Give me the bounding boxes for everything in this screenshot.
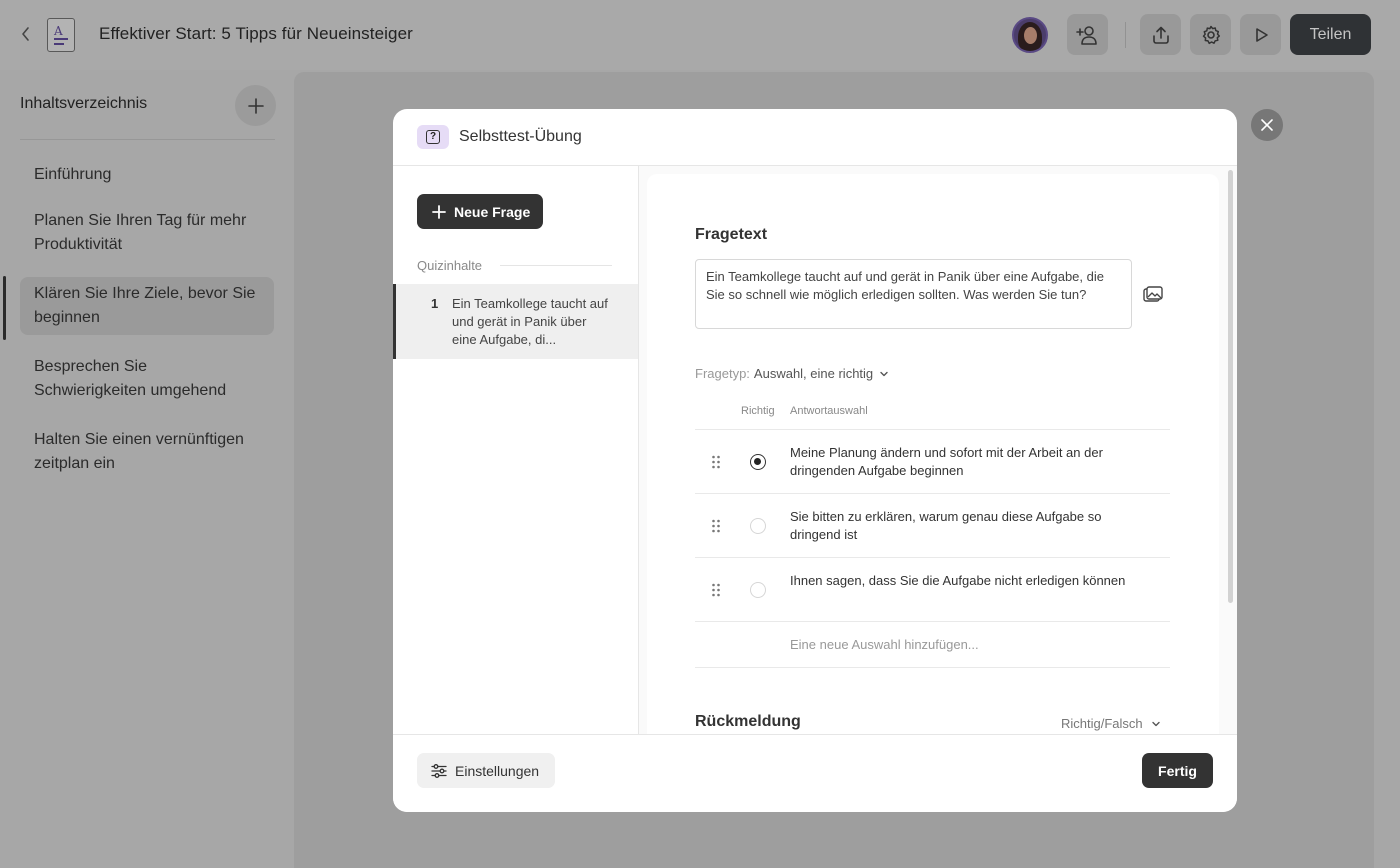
toc-item-einfuehrung[interactable]: Einführung <box>20 163 274 187</box>
preview-button[interactable] <box>1240 14 1281 55</box>
toc-item-planen[interactable]: Planen Sie Ihren Tag für mehr Produktivi… <box>20 209 274 257</box>
play-icon <box>1255 27 1268 42</box>
modal-header: ? Selbsttest-Übung <box>393 109 1237 166</box>
chevron-down-icon <box>880 371 888 376</box>
avatar[interactable] <box>1012 17 1048 53</box>
image-icon[interactable] <box>1143 286 1163 304</box>
active-item-marker <box>3 276 6 340</box>
correct-radio[interactable] <box>750 582 766 598</box>
toc-item-klaeren[interactable]: Klären Sie Ihre Ziele, bevor Sie beginne… <box>20 277 274 335</box>
quiz-icon: ? <box>417 125 449 149</box>
question-list-item[interactable]: 1 Ein Teamkollege taucht auf und gerät i… <box>393 284 638 359</box>
drag-handle-icon[interactable] <box>711 583 721 597</box>
settings-button[interactable]: Einstellungen <box>417 753 555 788</box>
toc-divider <box>20 139 275 140</box>
settings-button[interactable] <box>1190 14 1231 55</box>
add-section-button[interactable] <box>235 85 276 126</box>
answer-text[interactable]: Ihnen sagen, dass Sie die Aufgabe nicht … <box>790 572 1150 590</box>
add-choice-placeholder: Eine neue Auswahl hinzufügen... <box>790 637 979 652</box>
upload-icon <box>1152 26 1169 44</box>
quiz-contents-label: Quizinhalte <box>417 258 483 273</box>
toc-item-besprechen[interactable]: Besprechen Sie Schwierigkeiten umgehend <box>20 355 274 403</box>
question-type-value: Auswahl, eine richtig <box>753 366 874 381</box>
question-number: 1 <box>431 296 439 311</box>
top-bar: A Effektiver Start: 5 Tipps für Neueinst… <box>0 0 1400 70</box>
gear-icon <box>1202 25 1220 44</box>
question-preview: Ein Teamkollege taucht auf und gerät in … <box>452 296 608 347</box>
question-editor-panel: Fragetext Ein Teamkollege taucht auf und… <box>639 166 1237 744</box>
new-question-button[interactable]: Neue Frage <box>417 194 543 229</box>
drag-handle-icon[interactable] <box>711 455 721 469</box>
chevron-down-icon <box>1151 721 1160 726</box>
feedback-type-select[interactable]: Richtig/Falsch <box>1061 716 1163 731</box>
answer-text[interactable]: Sie bitten zu erklären, warum genau dies… <box>790 508 1150 544</box>
toolbar-separator <box>1125 22 1126 48</box>
answer-row: Ihnen sagen, dass Sie die Aufgabe nicht … <box>695 557 1170 621</box>
new-question-label: Neue Frage <box>454 203 531 220</box>
answer-row: Meine Planung ändern und sofort mit der … <box>695 429 1170 493</box>
add-user-icon <box>1075 25 1097 45</box>
question-card: Fragetext Ein Teamkollege taucht auf und… <box>647 174 1219 744</box>
plus-icon <box>432 204 446 219</box>
correct-radio[interactable] <box>750 454 766 470</box>
chevron-left-icon <box>22 27 29 41</box>
sliders-icon <box>431 763 447 778</box>
share-button[interactable]: Teilen <box>1290 14 1371 55</box>
back-button[interactable] <box>14 22 38 46</box>
plus-icon <box>247 97 264 114</box>
question-type-select[interactable]: Fragetyp: Auswahl, eine richtig <box>695 366 891 381</box>
add-collaborator-button[interactable] <box>1067 14 1108 55</box>
document-icon: A <box>47 18 75 52</box>
modal-title: Selbsttest-Übung <box>459 128 582 145</box>
quiz-contents-divider <box>500 265 612 266</box>
add-choice-input[interactable]: Eine neue Auswahl hinzufügen... <box>695 621 1170 668</box>
question-text-label: Fragetext <box>695 226 768 243</box>
column-header-answer: Antwortauswahl <box>790 405 868 417</box>
export-button[interactable] <box>1140 14 1181 55</box>
feedback-type-value: Richtig/Falsch <box>1061 716 1143 731</box>
drag-handle-icon[interactable] <box>711 519 721 533</box>
feedback-label: Rückmeldung <box>695 713 801 730</box>
editor-scrollbar[interactable] <box>1228 170 1233 603</box>
question-list-panel: Neue Frage Quizinhalte 1 Ein Teamkollege… <box>393 166 639 734</box>
close-icon <box>1261 119 1273 131</box>
done-button[interactable]: Fertig <box>1142 753 1213 788</box>
answer-text[interactable]: Meine Planung ändern und sofort mit der … <box>790 444 1150 480</box>
column-header-correct: Richtig <box>741 405 775 417</box>
correct-radio[interactable] <box>750 518 766 534</box>
settings-label: Einstellungen <box>455 762 540 779</box>
toc-title: Inhaltsverzeichnis <box>20 95 148 112</box>
document-title: Effektiver Start: 5 Tipps für Neueinstei… <box>99 24 413 43</box>
sidebar: Inhaltsverzeichnis Einführung Planen Sie… <box>0 70 293 868</box>
close-modal-button[interactable] <box>1251 109 1283 141</box>
quiz-modal: ? Selbsttest-Übung Neue Frage Quizinhalt… <box>393 109 1237 812</box>
answer-row: Sie bitten zu erklären, warum genau dies… <box>695 493 1170 557</box>
toc-item-zeitplan[interactable]: Halten Sie einen vernünftigen zeitplan e… <box>20 428 274 476</box>
modal-footer: Einstellungen Fertig <box>393 734 1237 812</box>
question-text-input[interactable]: Ein Teamkollege taucht auf und gerät in … <box>695 259 1132 329</box>
question-type-label: Fragetyp: <box>695 366 750 381</box>
